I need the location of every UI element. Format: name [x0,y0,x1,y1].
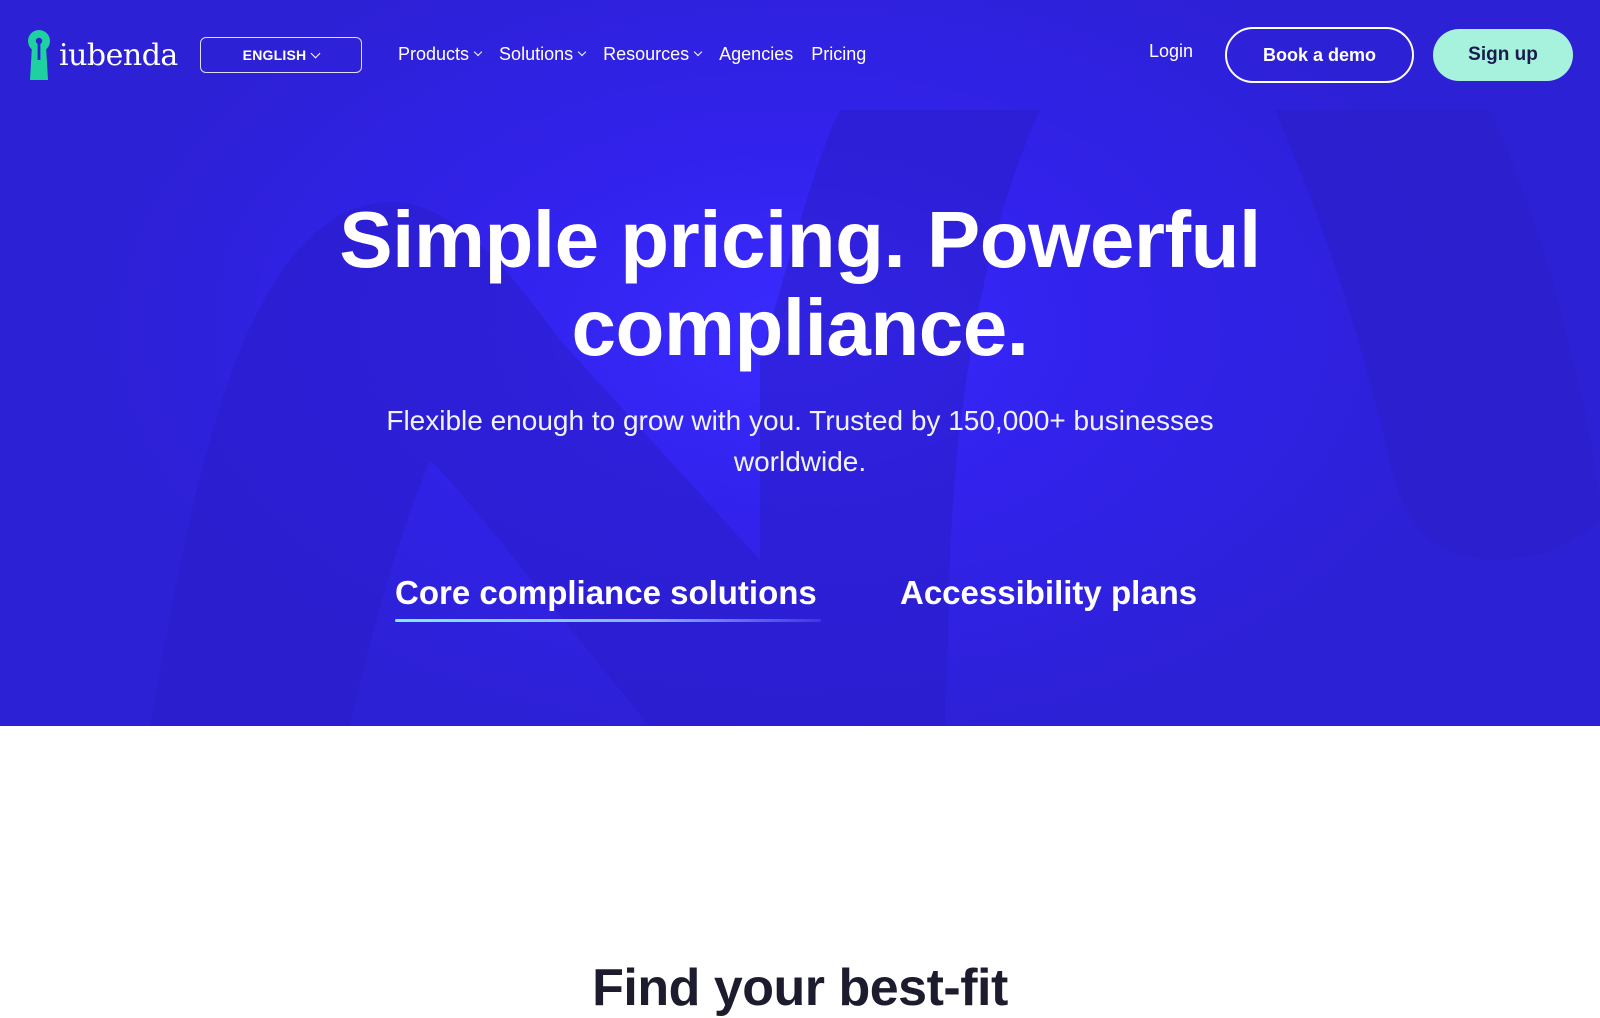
menu-item-products[interactable]: Products [398,40,483,68]
brand-name: iubenda [59,37,178,73]
menu-item-label: Resources [603,43,690,64]
menu-item-solutions[interactable]: Solutions [499,40,587,68]
menu-item-label: Products [398,43,470,64]
chevron-down-icon [577,47,587,57]
top-navigation: iubenda ENGLISH Products Solutions Resou… [0,0,1600,108]
menu-item-label: Pricing [811,43,867,64]
plan-tabs: Core compliance solutions Accessibility … [395,574,1197,622]
tab-core-compliance[interactable]: Core compliance solutions [395,574,830,622]
tab-accessibility-plans[interactable]: Accessibility plans [900,574,1197,622]
menu-item-resources[interactable]: Resources [603,40,703,68]
keyhole-logo-icon [28,30,50,80]
tab-label: Core compliance solutions [395,574,817,611]
brand-logo[interactable]: iubenda [27,30,178,80]
hero-headline: Simple pricing. Powerful compliance. [339,195,1261,372]
menu-item-agencies[interactable]: Agencies [719,40,793,68]
login-link[interactable]: Login [1149,41,1193,62]
menu-item-label: Solutions [499,43,574,64]
hero-subheadline: Flexible enough to grow with you. Truste… [386,405,1214,477]
book-demo-button[interactable]: Book a demo [1225,27,1414,83]
language-selector[interactable]: ENGLISH [200,37,362,73]
sign-up-button[interactable]: Sign up [1433,29,1573,81]
active-tab-indicator [395,619,821,622]
menu-item-pricing[interactable]: Pricing [811,40,866,68]
chevron-down-icon [473,47,483,57]
tab-label: Accessibility plans [900,574,1198,611]
main-menu: Products Solutions Resources Agencies Pr… [398,40,884,68]
language-label: ENGLISH [242,47,307,63]
chevron-down-icon [693,47,703,57]
section-title: Find your best-fit [592,959,1008,1017]
menu-item-label: Agencies [719,43,794,64]
chevron-down-icon [310,48,321,58]
hero-section: iubenda ENGLISH Products Solutions Resou… [0,0,1600,726]
